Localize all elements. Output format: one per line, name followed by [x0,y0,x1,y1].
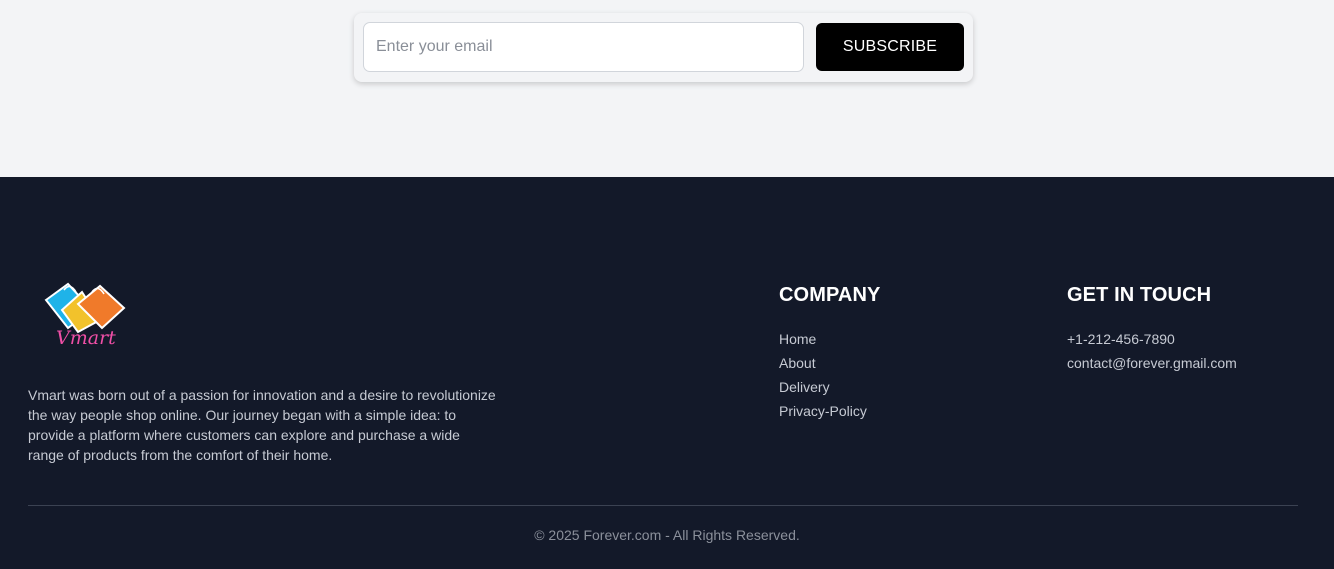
subscribe-button[interactable]: SUBSCRIBE [816,23,964,71]
logo-text: Vmart [56,327,116,348]
footer-divider [28,505,1298,506]
company-links: Home About Delivery Privacy-Policy [779,327,867,423]
about-description: Vmart was born out of a passion for inno… [28,387,496,463]
vmart-logo[interactable]: Vmart [42,280,128,348]
contact-email: contact@forever.gmail.com [1067,355,1237,371]
footer-link-privacy-policy[interactable]: Privacy-Policy [779,399,867,423]
contact-phone: +1-212-456-7890 [1067,331,1175,347]
email-input[interactable] [363,22,804,72]
subscribe-form: SUBSCRIBE [354,13,973,82]
contact-heading: GET IN TOUCH [1067,284,1212,306]
copyright-text: © 2025 Forever.com - All Rights Reserved… [534,527,800,543]
footer-link-delivery[interactable]: Delivery [779,375,867,399]
company-heading: COMPANY [779,284,881,306]
newsletter-section: SUBSCRIBE [0,0,1334,177]
site-footer: Vmart Vmart was born out of a passion fo… [0,177,1334,569]
footer-link-home[interactable]: Home [779,327,867,351]
footer-link-about[interactable]: About [779,351,867,375]
contact-list: +1-212-456-7890 contact@forever.gmail.co… [1067,327,1237,375]
